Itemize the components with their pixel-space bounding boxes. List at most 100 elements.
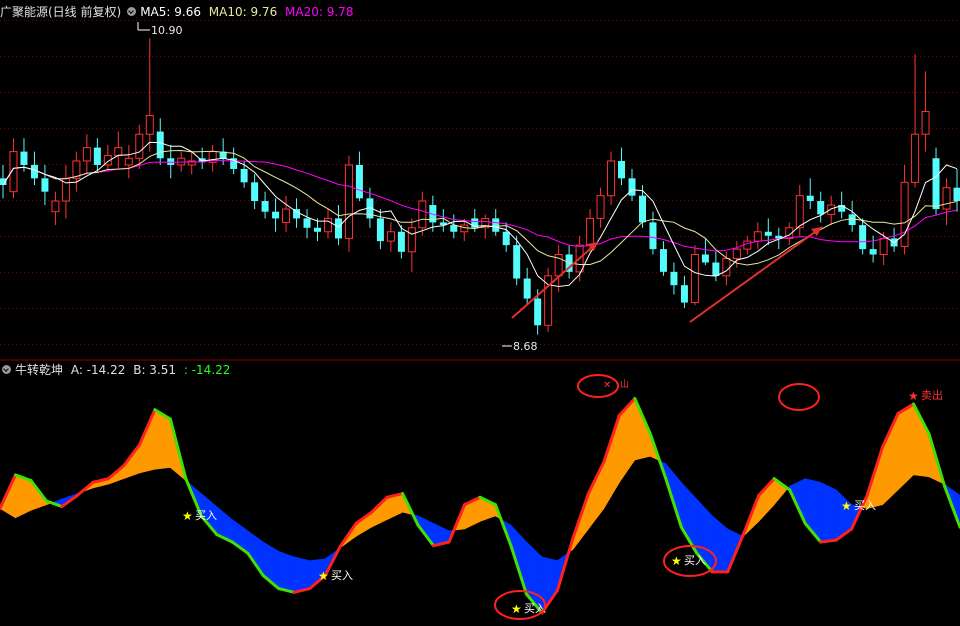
candle-body — [618, 160, 626, 179]
buy-signal: ★ 买入 — [671, 554, 706, 568]
candle[interactable] — [282, 195, 291, 232]
candle-body — [502, 231, 510, 246]
candle[interactable] — [314, 218, 322, 242]
candle[interactable] — [82, 134, 91, 175]
indicator-chart — [0, 397, 960, 615]
candle[interactable] — [942, 178, 951, 226]
candle[interactable] — [911, 54, 920, 188]
candle[interactable] — [61, 164, 70, 219]
indicator-title[interactable]: 牛转乾坤 — [15, 363, 63, 377]
indicator-fill — [588, 461, 605, 530]
candle[interactable] — [386, 222, 395, 252]
candle[interactable] — [103, 144, 112, 172]
candle[interactable] — [418, 191, 427, 236]
candle[interactable] — [659, 241, 667, 276]
indicator-fill — [711, 515, 729, 573]
candle[interactable] — [806, 178, 814, 210]
candle[interactable] — [859, 218, 867, 255]
candle[interactable] — [848, 201, 856, 232]
high-price-label: 10.90 — [151, 24, 183, 37]
stock-title[interactable]: 广聚能源(日线 前复权) — [0, 5, 121, 19]
candle[interactable] — [628, 168, 636, 202]
candle[interactable] — [72, 151, 81, 192]
candle-body — [156, 131, 164, 159]
buy-signal: ★ 买入 — [182, 509, 217, 523]
candle[interactable] — [554, 245, 563, 292]
candle-body — [607, 160, 616, 197]
candle[interactable] — [376, 209, 384, 250]
candle[interactable] — [900, 164, 909, 255]
candle[interactable] — [596, 187, 605, 228]
candle[interactable] — [764, 218, 772, 246]
candle[interactable] — [712, 251, 720, 282]
candle[interactable] — [51, 191, 60, 226]
candle-body — [314, 227, 322, 232]
dropdown-icon[interactable] — [127, 7, 137, 16]
candle[interactable] — [743, 235, 752, 255]
indicator-fill — [355, 511, 372, 537]
candlesticks[interactable] — [0, 38, 960, 335]
candle[interactable] — [187, 151, 196, 175]
candle[interactable] — [953, 168, 960, 212]
candle[interactable] — [879, 231, 888, 266]
candle[interactable] — [167, 144, 175, 179]
sell-signal: ★ 卖出 — [908, 388, 943, 403]
candle[interactable] — [303, 209, 311, 239]
candle[interactable] — [323, 209, 332, 239]
candle[interactable] — [156, 118, 164, 165]
candle-body — [596, 195, 605, 219]
candle[interactable] — [607, 151, 616, 206]
candle[interactable] — [355, 151, 363, 202]
candle[interactable] — [670, 262, 678, 295]
indicator-fill — [835, 489, 852, 541]
candle-body — [344, 164, 353, 239]
candle[interactable] — [30, 151, 38, 185]
candle[interactable] — [41, 164, 49, 206]
ma20-line — [2, 159, 958, 252]
candle-body — [513, 245, 521, 279]
candle-body — [806, 195, 814, 202]
candle[interactable] — [785, 222, 794, 246]
candle[interactable] — [251, 174, 259, 210]
candle-body — [386, 231, 395, 242]
candle-body — [282, 208, 291, 223]
candle[interactable] — [690, 245, 699, 306]
candle[interactable] — [932, 147, 940, 215]
candle[interactable] — [93, 138, 101, 172]
candle[interactable] — [145, 38, 154, 152]
candle[interactable] — [701, 238, 709, 266]
candle[interactable] — [261, 191, 269, 219]
b-value-label: B: 3.51 — [133, 363, 177, 377]
candle-body — [670, 271, 678, 286]
star-icon: ✕ — [603, 380, 611, 391]
candle-body — [942, 187, 951, 210]
dropdown-icon[interactable] — [2, 365, 11, 374]
candle-body — [334, 218, 342, 239]
candle[interactable] — [680, 275, 688, 308]
candle[interactable] — [890, 227, 898, 252]
candle[interactable] — [544, 267, 553, 332]
candle[interactable] — [450, 214, 458, 239]
candle[interactable] — [618, 147, 626, 185]
candle[interactable] — [649, 211, 657, 255]
candle[interactable] — [407, 218, 416, 272]
candle-body — [272, 211, 280, 219]
candle[interactable] — [817, 191, 825, 223]
candle[interactable] — [124, 144, 133, 179]
candle[interactable] — [272, 198, 280, 232]
stock-chart: 10.90 8.68 ★ 买入 ★ 买入 ★ 买入 ★ 买入 ★ 买入 ★ 卖出 ✕ 山 — [0, 20, 960, 620]
candle[interactable] — [869, 235, 877, 263]
indicator-fill — [820, 481, 837, 543]
candle[interactable] — [753, 222, 762, 250]
candle[interactable] — [921, 71, 930, 152]
candle-body — [586, 217, 595, 246]
candle[interactable] — [114, 131, 123, 169]
candle-body — [534, 298, 542, 326]
ma20-label: MA20: 9.78 — [285, 5, 354, 19]
candle[interactable] — [838, 191, 846, 219]
candle[interactable] — [344, 155, 353, 252]
candle[interactable] — [20, 138, 28, 172]
candle[interactable] — [208, 144, 217, 172]
candle[interactable] — [523, 267, 531, 306]
candle-body — [355, 164, 363, 199]
